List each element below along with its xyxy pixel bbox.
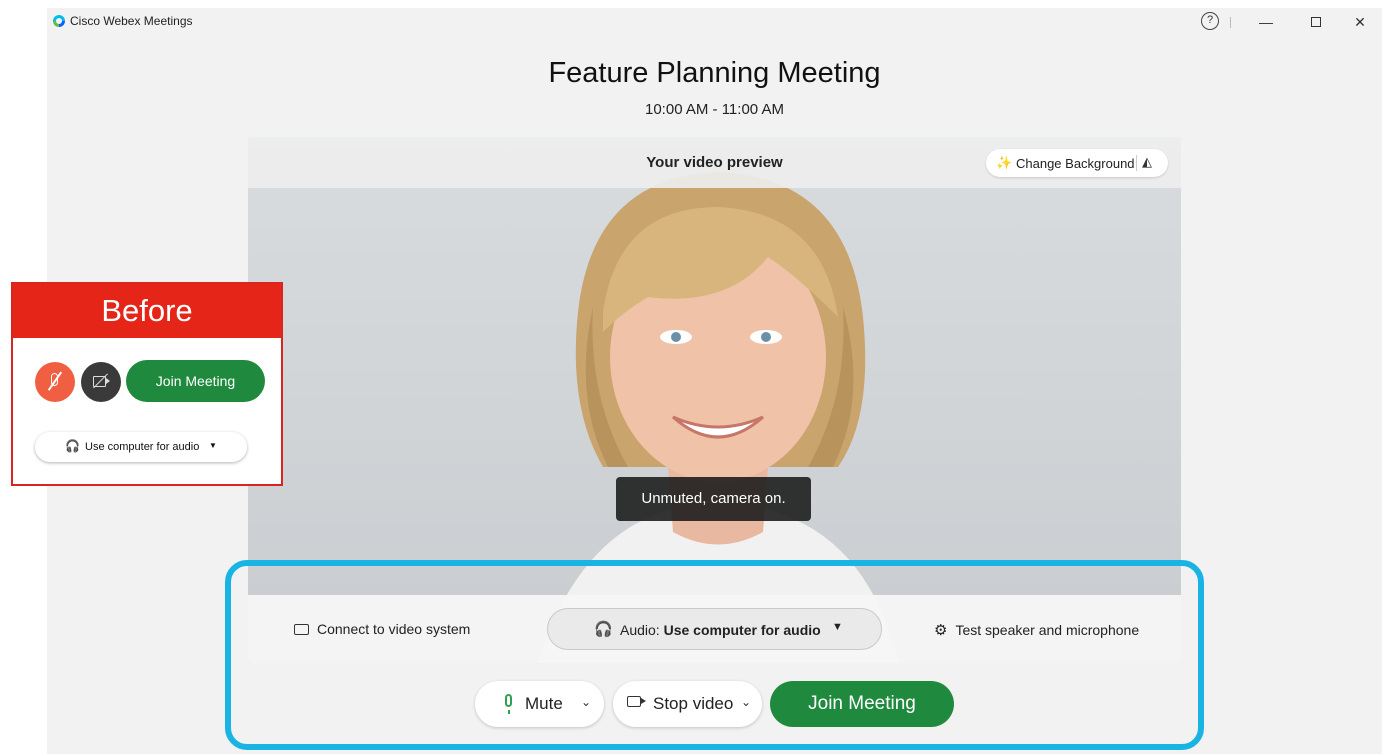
webex-logo-icon: [53, 15, 65, 27]
join-meeting-button-old: Join Meeting: [126, 360, 265, 402]
titlebar-divider: [1230, 17, 1231, 28]
minimize-icon[interactable]: —: [1253, 11, 1279, 33]
change-background-button[interactable]: ✨ Change Background ◭: [986, 149, 1168, 177]
headset-icon: 🎧: [65, 439, 80, 453]
app-title: Cisco Webex Meetings: [70, 14, 193, 28]
title-bar: Cisco Webex Meetings ? — ✕: [47, 8, 1382, 38]
help-icon[interactable]: ?: [1201, 12, 1219, 30]
preview-header: Your video preview ✨ Change Background ◭: [248, 137, 1181, 188]
video-button-old: [81, 362, 121, 402]
mirror-icon[interactable]: ◭: [1142, 154, 1152, 170]
highlight-frame: [225, 560, 1204, 750]
chevron-down-icon: ▼: [209, 441, 217, 450]
before-header: Before: [13, 284, 281, 338]
mute-button-old: [35, 362, 75, 402]
meeting-time: 10:00 AM - 11:00 AM: [645, 101, 784, 118]
before-comparison-card: Before Join Meeting 🎧 Use computer for a…: [11, 282, 283, 486]
magic-wand-icon: ✨: [996, 155, 1013, 170]
change-background-label: Change Background: [1016, 156, 1135, 171]
button-divider: [1136, 155, 1137, 171]
meeting-title: Feature Planning Meeting: [548, 57, 881, 89]
maximize-icon[interactable]: [1303, 11, 1329, 33]
status-toast: Unmuted, camera on.: [616, 477, 811, 521]
audio-label-old: Use computer for audio: [85, 441, 200, 453]
audio-select-button-old: 🎧 Use computer for audio ▼: [35, 432, 247, 462]
close-icon[interactable]: ✕: [1347, 11, 1373, 33]
